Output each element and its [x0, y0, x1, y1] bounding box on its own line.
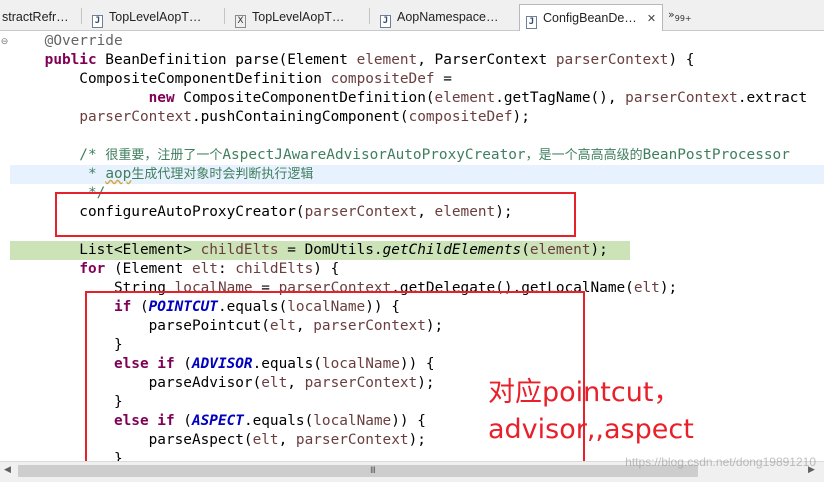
- tab-config-bean-definition-parser[interactable]: J ConfigBeanDe… ✕: [519, 4, 663, 31]
- scrollbar-grip: III: [370, 466, 376, 476]
- code-line: parserContext.pushContainingComponent(co…: [79, 109, 530, 125]
- annotation-note-line2: advisor,,aspect: [488, 414, 694, 445]
- editor-ruler: [0, 31, 9, 461]
- code-line: /* 很重要，注册了一个AspectJAwareAdvisorAutoProxy…: [44, 147, 790, 163]
- xml-file-icon: X: [235, 15, 246, 28]
- tab-overflow-button[interactable]: »99+: [668, 8, 692, 23]
- code-line: CompositeComponentDefinition compositeDe…: [44, 71, 452, 87]
- java-file-icon: J: [526, 16, 537, 29]
- tab-label: ConfigBeanDe…: [543, 11, 637, 25]
- close-tab-icon[interactable]: ✕: [647, 12, 656, 25]
- code-line-current: * aop生成代理对象时会判断执行逻辑: [10, 165, 824, 184]
- code-line: new CompositeComponentDefinition(element…: [148, 90, 808, 106]
- hidden-tab-count: 99+: [674, 14, 692, 24]
- tab-label: TopLevelAopT…: [252, 10, 345, 24]
- code-line-highlighted: List<Element> childElts = DomUtils.getCh…: [10, 241, 630, 260]
- scrollbar-thumb[interactable]: III: [18, 465, 698, 477]
- tab-divider: [369, 8, 370, 24]
- tab-label: AopNamespace…: [397, 10, 499, 24]
- tab-toplevel-aop-test-xml[interactable]: X TopLevelAopT…: [229, 4, 367, 30]
- editor-tab-bar: stractRefr… J TopLevelAopT… X TopLevelAopT…: [0, 0, 824, 31]
- scroll-left-arrow-icon[interactable]: ◀: [4, 465, 11, 475]
- java-file-icon: J: [380, 15, 391, 28]
- code-line: @Override: [44, 33, 123, 49]
- tab-label: TopLevelAopT…: [109, 10, 202, 24]
- code-editor[interactable]: ⊖ @Override public BeanDefinition parse(…: [0, 31, 824, 461]
- java-file-icon: J: [92, 15, 103, 28]
- tab-label: stractRefr…: [2, 10, 69, 24]
- watermark: https://blog.csdn.net/dong19891210: [625, 455, 816, 469]
- fold-collapse-icon[interactable]: ⊖: [0, 32, 9, 51]
- chevron-double-right-icon: »: [668, 8, 675, 21]
- tab-divider: [224, 8, 225, 24]
- code-line: public BeanDefinition parse(Element elem…: [44, 52, 695, 68]
- tab-aop-namespace-handler[interactable]: J AopNamespace…: [374, 4, 516, 30]
- annotation-note-line1: 对应pointcut，: [488, 377, 681, 408]
- tab-divider: [81, 8, 82, 24]
- tab-toplevel-aop-test-java[interactable]: J TopLevelAopT…: [86, 4, 222, 30]
- code-line: for (Element elt: childElts) {: [79, 261, 340, 277]
- tab-abstract-refreshable[interactable]: stractRefr…: [0, 4, 78, 30]
- annotation-box-configure: [55, 192, 576, 237]
